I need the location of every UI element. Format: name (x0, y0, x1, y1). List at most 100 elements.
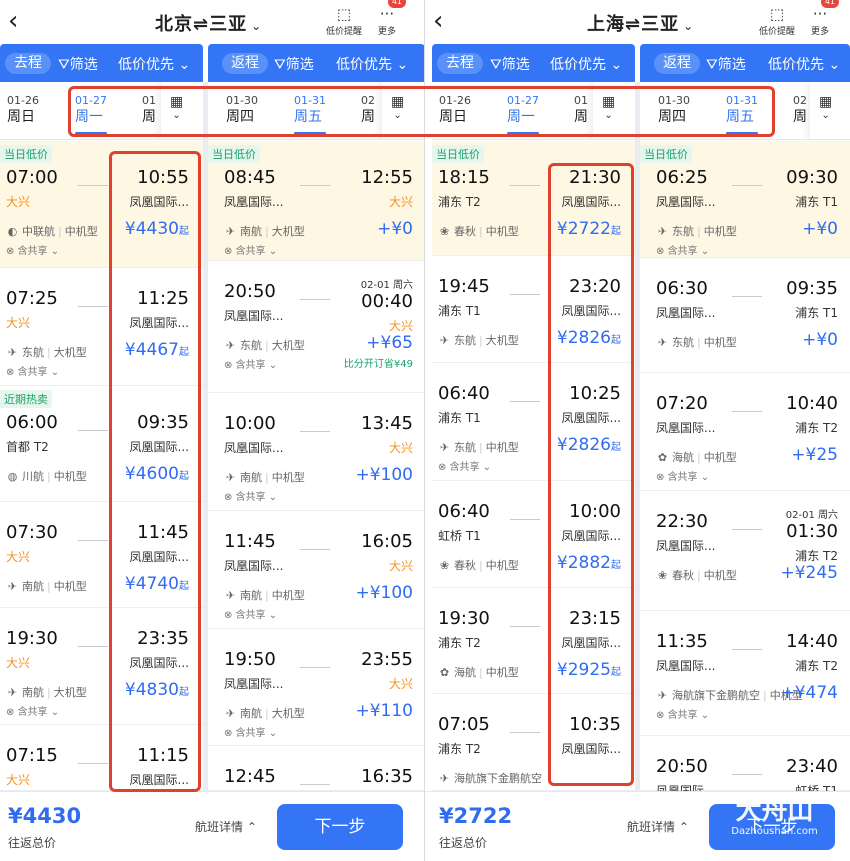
outbound-flight-list[interactable]: 当日低价 18:15 浦东 T2 21:30 凤凰国际... ❀ 春秋 | 中机型 ¥2722起 1… (432, 141, 635, 791)
return-flight-list[interactable]: 当日低价 08:45 凤凰国际... 12:55 大兴 ✈ 南航 | 大机型 ⊗ 含共享 ⌄ +¥0… (208, 141, 424, 791)
codeshare-toggle[interactable]: ⊗ 含共享 ⌄ (656, 706, 709, 721)
date-tab-selected[interactable]: 01-31 周五 (294, 94, 326, 135)
flight-card[interactable]: 07:20 凤凰国际... 10:40 浦东 T2 ✿ 海航 | 中机型 ⊗ 含共享 ⌄ +¥25 (640, 373, 850, 491)
route-title[interactable]: 北京⇌三亚 ⌄ (155, 10, 262, 36)
codeshare-toggle[interactable]: ⊗ 含共享 ⌄ (656, 468, 709, 483)
flight-card[interactable]: 02-01 周六 20:50 凤凰国际... 00:40 大兴 ✈ 东航 | 大机型 ⊗ 含共享 … (208, 261, 424, 393)
codeshare-toggle[interactable]: ⊗ 含共享 ⌄ (224, 488, 277, 503)
calendar-button[interactable]: ▦ ⌄ (810, 82, 844, 139)
airline-name: 东航 (454, 441, 476, 454)
sort-button[interactable]: 低价优先 ⌄ (118, 54, 190, 74)
date-tab[interactable]: 02 周 (793, 94, 807, 126)
codeshare-toggle[interactable]: ⊗ 含共享 ⌄ (656, 242, 709, 257)
arrival-time: 10:40 (786, 393, 838, 414)
flight-card[interactable]: 11:35 凤凰国际... 14:40 浦东 T2 ✈ 海航旗下金鹏航空 | 中机型 ⊗ 含共享… (640, 611, 850, 736)
back-icon[interactable]: ‹ (8, 6, 18, 36)
calendar-button[interactable]: ▦ ⌄ (161, 82, 195, 139)
airline-info: ✈ 南航 | 中机型 (224, 469, 305, 485)
flight-card[interactable]: 07:15 大兴 11:15 凤凰国际... (0, 725, 203, 791)
return-flight-list[interactable]: 当日低价 06:25 凤凰国际... 09:30 浦东 T1 ✈ 东航 | 中机型 ⊗ 含共享 ⌄… (640, 141, 850, 791)
more-button[interactable]: ··· 更多 41 (378, 0, 407, 37)
date-tab-selected[interactable]: 01-31 周五 (726, 94, 758, 135)
departure-airport: 凤凰国际... (656, 195, 716, 209)
flight-card[interactable]: 当日低价 06:25 凤凰国际... 09:30 浦东 T1 ✈ 东航 | 中机型 ⊗ 含共享 ⌄… (640, 141, 850, 258)
flight-card[interactable]: 02-01 周六 22:30 凤凰国际... 01:30 浦东 T2 ❀ 春秋 | 中机型 +¥2… (640, 491, 850, 611)
flight-detail-button[interactable]: 航班详情 ⌃ (627, 818, 689, 835)
route-title[interactable]: 上海⇌三亚 ⌄ (587, 10, 694, 36)
flight-card[interactable]: 10:00 凤凰国际... 13:45 大兴 ✈ 南航 | 中机型 ⊗ 含共享 ⌄ +¥100 (208, 393, 424, 511)
aircraft-type: 中机型 (64, 225, 98, 238)
right-panel: ‹ 上海⇌三亚 ⌄ ⬚ 低价提醒 ··· 更多 41 去程 ⛛筛选 低价优先 ⌄ 返程 … (425, 0, 850, 861)
separator: | (265, 339, 269, 352)
flight-card[interactable]: 07:25 大兴 11:25 凤凰国际... ✈ 东航 | 大机型 ⊗ 含共享 ⌄ ¥4467起 (0, 268, 203, 386)
calendar-button[interactable]: ▦ ⌄ (382, 82, 416, 139)
codeshare-toggle[interactable]: ⊗ 含共享 ⌄ (6, 703, 59, 718)
date-tab[interactable]: 01 周 (142, 94, 156, 126)
back-icon[interactable]: ‹ (433, 6, 443, 36)
date-tab[interactable]: 01-30 周四 (658, 94, 690, 126)
flight-card[interactable]: 19:45 浦东 T1 23:20 凤凰国际... ✈ 东航 | 大机型 ¥2826起 (432, 256, 635, 363)
sort-button[interactable]: 低价优先 ⌄ (336, 54, 408, 74)
arrival-airport: 凤凰国际... (561, 304, 621, 318)
airline-info: ✈ 东航 | 中机型 (656, 223, 737, 239)
date-tab[interactable]: 01 周 (574, 94, 588, 126)
flight-card[interactable]: 近期热卖 06:00 首都 T2 09:35 凤凰国际... ◍ 川航 | 中机型 ¥4600起 (0, 386, 203, 502)
flight-card[interactable]: 当日低价 07:00 大兴 10:55 凤凰国际... ◐ 中联航 | 中机型 ⊗ 含共享 ⌄ ¥4… (0, 141, 203, 268)
next-step-button[interactable]: 下一步 (277, 804, 403, 850)
flight-detail-button[interactable]: 航班详情 ⌃ (195, 818, 257, 835)
flight-card[interactable]: 07:05 浦东 T2 10:35 凤凰国际... ✈ 海航旗下金鹏航空 (432, 694, 635, 791)
flight-card[interactable]: 当日低价 08:45 凤凰国际... 12:55 大兴 ✈ 南航 | 大机型 ⊗ 含共享 ⌄ +¥0 (208, 141, 424, 261)
airline-name: 南航 (22, 580, 44, 593)
date-tab[interactable]: 02 周 (361, 94, 375, 126)
codeshare-label: 含共享 (235, 728, 266, 739)
outbound-pill[interactable]: 去程 (437, 53, 483, 74)
codeshare-toggle[interactable]: ⊗ 含共享 ⌄ (224, 724, 277, 739)
codeshare-toggle[interactable]: ⊗ 含共享 ⌄ (6, 363, 59, 378)
arrival-time: 13:45 (361, 413, 413, 434)
calendar-button[interactable]: ▦ ⌄ (593, 82, 627, 139)
flight-card[interactable]: 20:50 凤凰国际... 23:40 虹桥 T1 (640, 736, 850, 791)
departure-airport: 大兴 (6, 656, 31, 670)
flight-card[interactable]: 12:45 16:35 (208, 746, 424, 791)
date-tab[interactable]: 01-26 周日 (439, 94, 471, 126)
sort-button[interactable]: 低价优先 ⌄ (550, 54, 622, 74)
price: ¥2925起 (557, 660, 621, 680)
flight-card[interactable]: 11:45 凤凰国际... 16:05 大兴 ✈ 南航 | 中机型 ⊗ 含共享 ⌄ +¥100 (208, 511, 424, 629)
date-tab[interactable]: 01-30 周四 (226, 94, 258, 126)
departure-airport: 大兴 (6, 195, 31, 209)
sort-label: 低价优先 (768, 57, 824, 73)
codeshare-toggle[interactable]: ⊗ 含共享 ⌄ (224, 606, 277, 621)
outbound-flight-list[interactable]: 当日低价 07:00 大兴 10:55 凤凰国际... ◐ 中联航 | 中机型 ⊗ 含共享 ⌄ ¥4… (0, 141, 203, 791)
filter-button[interactable]: ⛛筛选 (274, 54, 314, 74)
codeshare-toggle[interactable]: ⊗ 含共享 ⌄ (6, 242, 59, 257)
flight-card[interactable]: 19:50 凤凰国际... 23:55 大兴 ✈ 南航 | 大机型 ⊗ 含共享 ⌄ +¥110 (208, 629, 424, 746)
flight-card[interactable]: 19:30 大兴 23:35 凤凰国际... ✈ 南航 | 大机型 ⊗ 含共享 ⌄ ¥4830起 (0, 608, 203, 725)
return-pill[interactable]: 返程 (654, 53, 700, 74)
return-pill[interactable]: 返程 (222, 53, 268, 74)
flight-card[interactable]: 06:30 凤凰国际... 09:35 浦东 T1 ✈ 东航 | 中机型 +¥0 (640, 258, 850, 373)
price-difference: +¥0 (802, 219, 838, 239)
flight-card[interactable]: 06:40 浦东 T1 10:25 凤凰国际... ✈ 东航 | 中机型 ⊗ 含共享 ⌄ ¥282… (432, 363, 635, 481)
codeshare-toggle[interactable]: ⊗ 含共享 ⌄ (224, 356, 277, 371)
more-button[interactable]: ··· 更多 41 (811, 0, 840, 37)
date-tab[interactable]: 01-26 周日 (7, 94, 39, 126)
codeshare-toggle[interactable]: ⊗ 含共享 ⌄ (224, 242, 277, 257)
date-tab-selected[interactable]: 01-27 周一 (75, 94, 107, 135)
codeshare-toggle[interactable]: ⊗ 含共享 ⌄ (438, 458, 491, 473)
arrival-airport: 虹桥 T1 (795, 784, 838, 791)
flight-card[interactable]: 19:30 浦东 T2 23:15 凤凰国际... ✿ 海航 | 中机型 ¥2925起 (432, 588, 635, 694)
filter-button[interactable]: ⛛筛选 (58, 54, 98, 74)
filter-button[interactable]: ⛛筛选 (706, 54, 746, 74)
date-tab-selected[interactable]: 01-27 周一 (507, 94, 539, 135)
sort-button[interactable]: 低价优先 ⌄ (768, 54, 840, 74)
price-alert-button[interactable]: ⬚ 低价提醒 (759, 4, 795, 37)
flight-card[interactable]: 当日低价 18:15 浦东 T2 21:30 凤凰国际... ❀ 春秋 | 中机型 ¥2722起 (432, 141, 635, 256)
flight-card[interactable]: 06:40 虹桥 T1 10:00 凤凰国际... ❀ 春秋 | 中机型 ¥2882起 (432, 481, 635, 588)
chevron-down-icon: ⌄ (47, 246, 60, 257)
flight-card[interactable]: 07:30 大兴 11:45 凤凰国际... ✈ 南航 | 中机型 ¥4740起 (0, 502, 203, 608)
outbound-pill[interactable]: 去程 (5, 53, 51, 74)
filter-button[interactable]: ⛛筛选 (490, 54, 530, 74)
airline-name: 中联航 (22, 225, 55, 238)
price-alert-button[interactable]: ⬚ 低价提醒 (326, 4, 362, 37)
weekday-label: 周五 (294, 109, 322, 125)
